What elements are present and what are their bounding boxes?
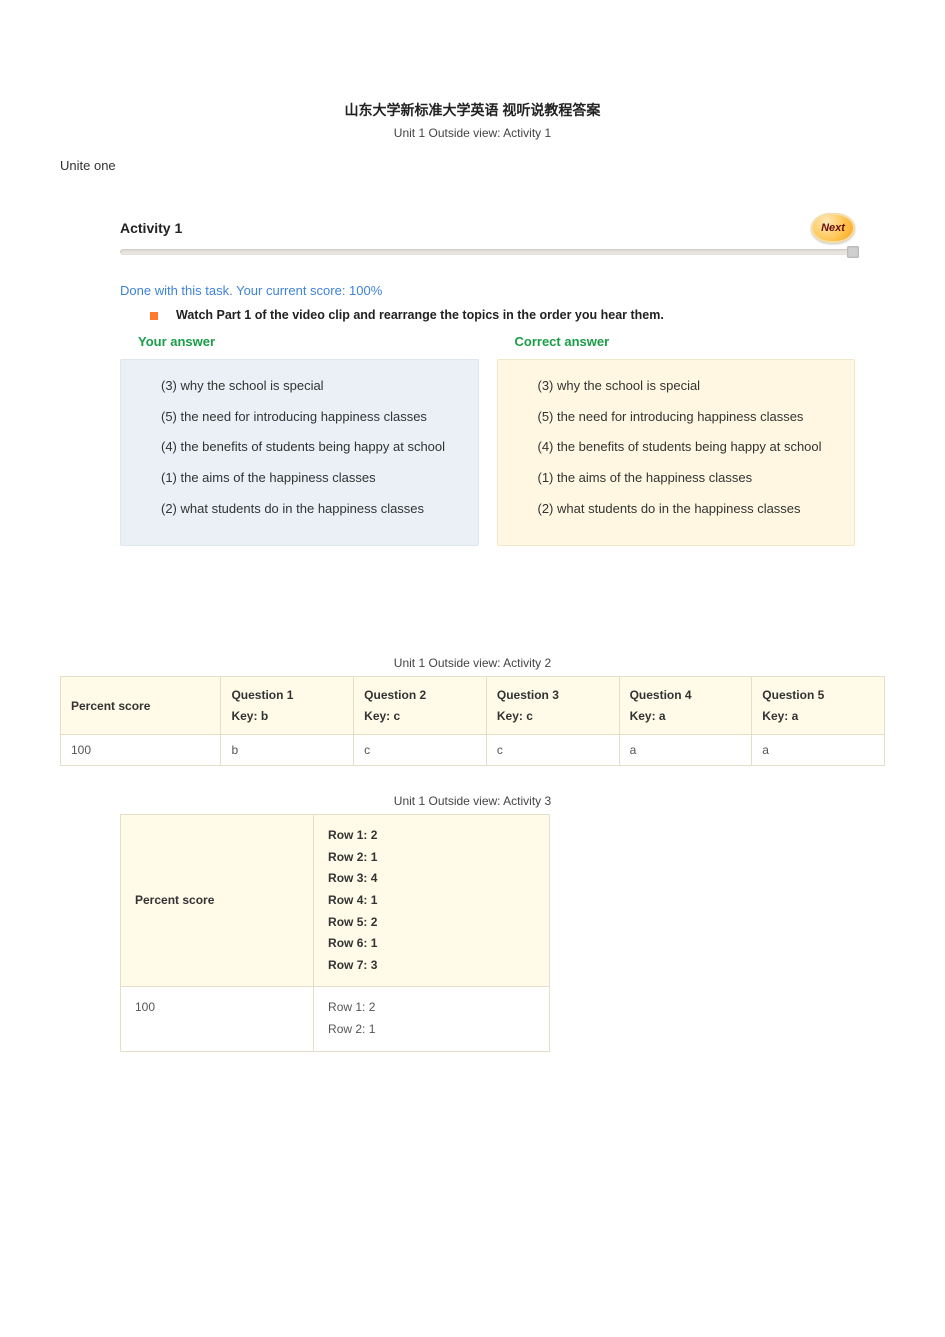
column-header-percent-score: Percent score <box>61 677 221 735</box>
activity-2-table: Percent score Question 1 Key: b Question… <box>60 676 885 766</box>
question-label: Question 4 <box>630 685 742 705</box>
table-row: 100 Row 1: 2 Row 2: 1 <box>121 987 550 1051</box>
list-item: (2) what students do in the happiness cl… <box>139 497 460 522</box>
column-header-q3: Question 3 Key: c <box>486 677 619 735</box>
list-item: (3) why the school is special <box>139 374 460 399</box>
answer-row: Row 1: 2 <box>328 997 535 1019</box>
answers-columns: Your answer (3) why the school is specia… <box>120 334 855 546</box>
your-answer-column: Your answer (3) why the school is specia… <box>120 334 479 546</box>
progress-handle-icon[interactable] <box>847 246 859 258</box>
activity-1-block: Activity 1 Next Done with this task. You… <box>120 213 855 546</box>
correct-answer-card: (3) why the school is special (5) the ne… <box>497 359 856 546</box>
document-subtitle: Unit 1 Outside view: Activity 1 <box>60 126 885 140</box>
progress-bar[interactable] <box>120 249 855 255</box>
question-label: Question 3 <box>497 685 609 705</box>
column-header-percent-score: Percent score <box>121 815 314 987</box>
cell-answer-rows: Row 1: 2 Row 2: 1 <box>314 987 550 1051</box>
your-answer-header: Your answer <box>120 334 479 349</box>
score-status-text: Done with this task. Your current score:… <box>120 283 855 298</box>
unit-label: Unite one <box>60 158 885 173</box>
next-button-label: Next <box>821 222 845 234</box>
column-header-q4: Question 4 Key: a <box>619 677 752 735</box>
cell-percent-score: 100 <box>61 735 221 766</box>
list-item: (2) what students do in the happiness cl… <box>516 497 837 522</box>
correct-answer-header: Correct answer <box>497 334 856 349</box>
answer-row: Row 2: 1 <box>328 1019 535 1041</box>
key-row: Row 5: 2 <box>328 912 535 934</box>
question-label: Question 5 <box>762 685 874 705</box>
column-header-q5: Question 5 Key: a <box>752 677 885 735</box>
column-header-q1: Question 1 Key: b <box>221 677 354 735</box>
column-header-q2: Question 2 Key: c <box>354 677 487 735</box>
list-item: (1) the aims of the happiness classes <box>139 466 460 491</box>
key-row: Row 4: 1 <box>328 890 535 912</box>
square-bullet-icon <box>150 312 158 320</box>
cell-answer: c <box>486 735 619 766</box>
table-row: 100 b c c a a <box>61 735 885 766</box>
key-label: Key: c <box>497 706 609 726</box>
key-label: Key: a <box>762 706 874 726</box>
list-item: (1) the aims of the happiness classes <box>516 466 837 491</box>
key-row: Row 2: 1 <box>328 847 535 869</box>
key-label: Key: a <box>630 706 742 726</box>
correct-answer-column: Correct answer (3) why the school is spe… <box>497 334 856 546</box>
cell-answer: a <box>619 735 752 766</box>
list-item: (5) the need for introducing happiness c… <box>516 405 837 430</box>
activity-3-table: Percent score Row 1: 2 Row 2: 1 Row 3: 4… <box>120 814 550 1051</box>
instruction-row: Watch Part 1 of the video clip and rearr… <box>150 308 855 322</box>
cell-answer: c <box>354 735 487 766</box>
key-label: Key: c <box>364 706 476 726</box>
document-title: 山东大学新标准大学英语 视听说教程答案 <box>60 100 885 120</box>
activity-2-caption: Unit 1 Outside view: Activity 2 <box>60 656 885 670</box>
instruction-text: Watch Part 1 of the video clip and rearr… <box>176 308 664 322</box>
key-row: Row 3: 4 <box>328 868 535 890</box>
cell-answer: b <box>221 735 354 766</box>
next-button[interactable]: Next <box>811 213 855 243</box>
column-header-key-rows: Row 1: 2 Row 2: 1 Row 3: 4 Row 4: 1 Row … <box>314 815 550 987</box>
list-item: (3) why the school is special <box>516 374 837 399</box>
activity-3-table-wrap: Percent score Row 1: 2 Row 2: 1 Row 3: 4… <box>120 814 550 1051</box>
activity-3-caption: Unit 1 Outside view: Activity 3 <box>60 794 885 808</box>
key-row: Row 1: 2 <box>328 825 535 847</box>
key-row: Row 7: 3 <box>328 955 535 977</box>
list-item: (5) the need for introducing happiness c… <box>139 405 460 430</box>
key-label: Key: b <box>231 706 343 726</box>
table-row: Percent score Question 1 Key: b Question… <box>61 677 885 735</box>
question-label: Question 1 <box>231 685 343 705</box>
list-item: (4) the benefits of students being happy… <box>516 435 837 460</box>
activity-1-header-row: Activity 1 Next <box>120 213 855 243</box>
cell-percent-score: 100 <box>121 987 314 1051</box>
list-item: (4) the benefits of students being happy… <box>139 435 460 460</box>
activity-1-title: Activity 1 <box>120 220 182 236</box>
cell-answer: a <box>752 735 885 766</box>
question-label: Question 2 <box>364 685 476 705</box>
your-answer-card: (3) why the school is special (5) the ne… <box>120 359 479 546</box>
table-row: Percent score Row 1: 2 Row 2: 1 Row 3: 4… <box>121 815 550 987</box>
key-row: Row 6: 1 <box>328 933 535 955</box>
